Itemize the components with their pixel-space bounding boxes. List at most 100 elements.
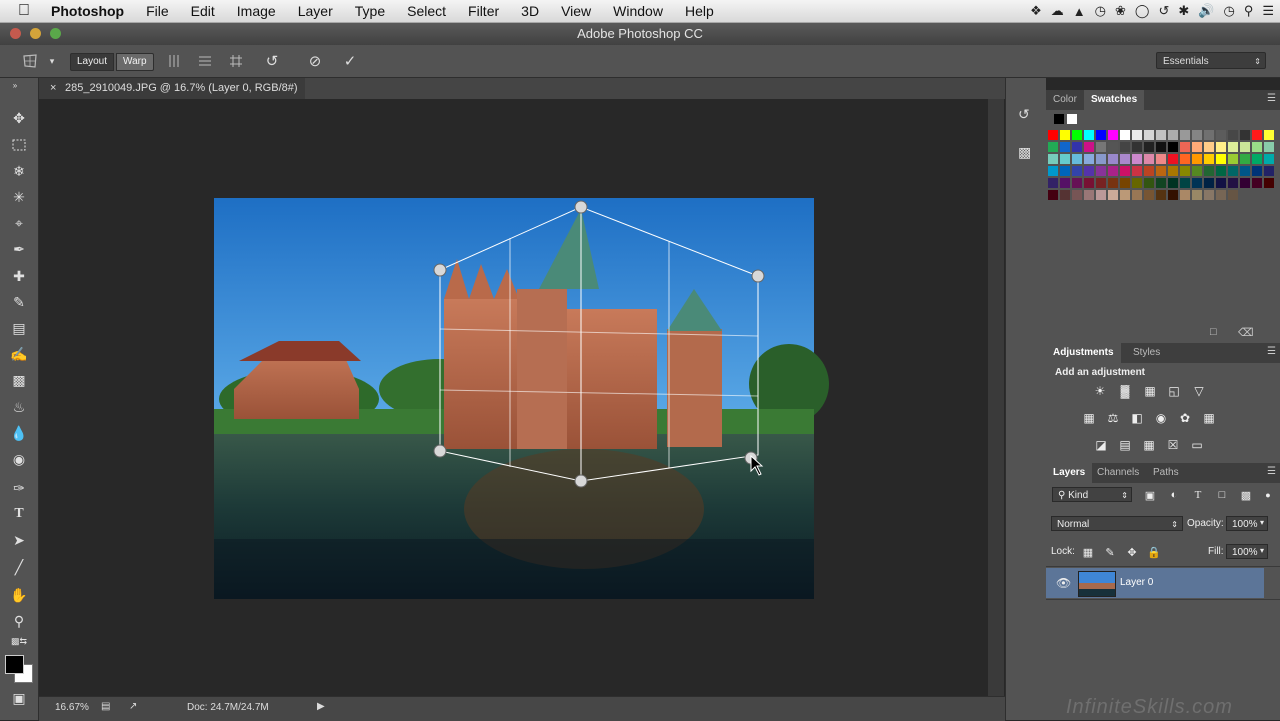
swatch[interactable] xyxy=(1072,178,1082,188)
fill-dropdown-icon[interactable]: ▾ xyxy=(1260,546,1264,555)
menu-app[interactable]: Photoshop xyxy=(40,3,135,19)
swatch[interactable] xyxy=(1060,190,1070,200)
visibility-eye-icon[interactable]: 👁 xyxy=(1056,576,1071,590)
status-icon[interactable]: ▤ xyxy=(101,701,110,712)
photo-filter-icon[interactable]: ◉ xyxy=(1153,411,1169,425)
swatch[interactable] xyxy=(1264,130,1274,140)
menu-edit[interactable]: Edit xyxy=(180,3,226,19)
swatch[interactable] xyxy=(1048,142,1058,152)
reset-warp-icon[interactable]: ↺ xyxy=(262,51,282,71)
properties-panel-icon[interactable]: ▩ xyxy=(1018,144,1036,162)
time-icon[interactable]: ◷ xyxy=(1223,3,1234,19)
swatch[interactable] xyxy=(1216,130,1226,140)
swatch[interactable] xyxy=(1192,178,1202,188)
dodge-tool-icon[interactable]: ◉ xyxy=(8,449,30,469)
swatch[interactable] xyxy=(1072,142,1082,152)
swatch[interactable] xyxy=(1072,130,1082,140)
healing-brush-tool-icon[interactable]: ✚ xyxy=(8,266,30,286)
swatch[interactable] xyxy=(1204,142,1214,152)
swatch[interactable] xyxy=(1252,130,1262,140)
swatch[interactable] xyxy=(1180,190,1190,200)
messages-icon[interactable]: ◯ xyxy=(1135,3,1150,19)
swatch[interactable] xyxy=(1252,178,1262,188)
swatch[interactable] xyxy=(1192,154,1202,164)
swatch[interactable] xyxy=(1048,190,1058,200)
move-tool-icon[interactable]: ✥ xyxy=(8,108,30,128)
swatch[interactable] xyxy=(1084,130,1094,140)
swatch[interactable] xyxy=(1180,166,1190,176)
swatch[interactable] xyxy=(1240,130,1250,140)
swatch[interactable] xyxy=(1048,178,1058,188)
menu-window[interactable]: Window xyxy=(602,3,674,19)
workspace-select[interactable]: Essentials ⇕ xyxy=(1156,52,1266,69)
channel-mixer-icon[interactable]: ✿ xyxy=(1177,411,1193,425)
swatch[interactable] xyxy=(1072,190,1082,200)
invert-icon[interactable]: ◪ xyxy=(1093,438,1109,452)
filter-pixel-icon[interactable]: ▣ xyxy=(1142,488,1158,502)
swatch[interactable] xyxy=(1084,154,1094,164)
lock-all-icon[interactable]: 🔒 xyxy=(1146,545,1162,559)
quick-selection-tool-icon[interactable]: ✳ xyxy=(8,187,30,207)
swatch[interactable] xyxy=(1204,178,1214,188)
zoom-tool-icon[interactable]: ⚲ xyxy=(8,611,30,631)
swatch[interactable] xyxy=(1108,190,1118,200)
clock-icon[interactable]: ◷ xyxy=(1095,3,1106,19)
swatch[interactable] xyxy=(1252,154,1262,164)
swatch[interactable] xyxy=(1108,178,1118,188)
delete-swatch-icon[interactable]: ⌫ xyxy=(1238,326,1254,339)
swatch[interactable] xyxy=(1216,142,1226,152)
tab-adjustments[interactable]: Adjustments xyxy=(1046,343,1121,363)
type-tool-icon[interactable]: T xyxy=(8,504,30,524)
status-menu-arrow-icon[interactable]: ▶ xyxy=(317,701,325,712)
swatch[interactable] xyxy=(1156,154,1166,164)
swatch[interactable] xyxy=(1264,178,1274,188)
swatch[interactable] xyxy=(1252,142,1262,152)
swatch[interactable] xyxy=(1204,190,1214,200)
crop-tool-icon[interactable]: ⌖ xyxy=(8,213,30,233)
split-vertical-icon[interactable] xyxy=(164,51,184,71)
swatch[interactable] xyxy=(1132,178,1142,188)
swatch[interactable] xyxy=(1120,130,1130,140)
swatch[interactable] xyxy=(1180,130,1190,140)
black-white-icon[interactable]: ◧ xyxy=(1129,411,1145,425)
swatch[interactable] xyxy=(1168,178,1178,188)
swatch[interactable] xyxy=(1084,142,1094,152)
swatch[interactable] xyxy=(1144,178,1154,188)
swatch[interactable] xyxy=(1096,166,1106,176)
color-lookup-icon[interactable]: ▦ xyxy=(1201,411,1217,425)
time-machine-icon[interactable]: ↺ xyxy=(1158,3,1169,19)
history-panel-icon[interactable]: ↺ xyxy=(1018,106,1036,124)
document-canvas[interactable] xyxy=(39,99,988,696)
spotlight-icon[interactable]: ⚲ xyxy=(1244,3,1254,19)
apple-icon[interactable]:  xyxy=(18,2,40,20)
menu-file[interactable]: File xyxy=(135,3,180,19)
menu-help[interactable]: Help xyxy=(674,3,725,19)
layer-filter-select[interactable]: ⚲ Kind ⇕ xyxy=(1052,487,1132,502)
blur-tool-icon[interactable]: 💧 xyxy=(8,423,30,443)
exposure-icon[interactable]: ◱ xyxy=(1166,384,1182,398)
swatch[interactable] xyxy=(1192,190,1202,200)
brightness-contrast-icon[interactable]: ☀ xyxy=(1092,384,1108,398)
levels-icon[interactable]: ▓ xyxy=(1117,384,1133,398)
commit-transform-icon[interactable]: ✓ xyxy=(340,51,360,71)
menu-3d[interactable]: 3D xyxy=(510,3,550,19)
tab-styles[interactable]: Styles xyxy=(1126,343,1167,363)
filter-smart-object-icon[interactable]: ▩ xyxy=(1238,488,1254,502)
swatch[interactable] xyxy=(1180,154,1190,164)
swatch[interactable] xyxy=(1096,142,1106,152)
brush-tool-icon[interactable]: ✎ xyxy=(8,292,30,312)
filter-toggle-icon[interactable]: ● xyxy=(1260,488,1276,502)
layout-button[interactable]: Layout xyxy=(70,53,115,71)
posterize-icon[interactable]: ▤ xyxy=(1117,438,1133,452)
pen-tool-icon[interactable]: ✑ xyxy=(8,478,30,498)
notification-icon[interactable]: ▲ xyxy=(1073,4,1086,19)
swatch[interactable] xyxy=(1048,166,1058,176)
zoom-level[interactable]: 16.67% xyxy=(55,702,89,713)
swatch[interactable] xyxy=(1048,154,1058,164)
lasso-tool-icon[interactable]: ❄ xyxy=(8,161,30,181)
creative-cloud-icon[interactable]: ☁ xyxy=(1051,3,1064,19)
close-tab-icon[interactable]: × xyxy=(50,78,56,99)
swatch[interactable] xyxy=(1156,178,1166,188)
cancel-transform-icon[interactable]: ⊘ xyxy=(305,51,325,71)
color-balance-icon[interactable]: ⚖ xyxy=(1105,411,1121,425)
